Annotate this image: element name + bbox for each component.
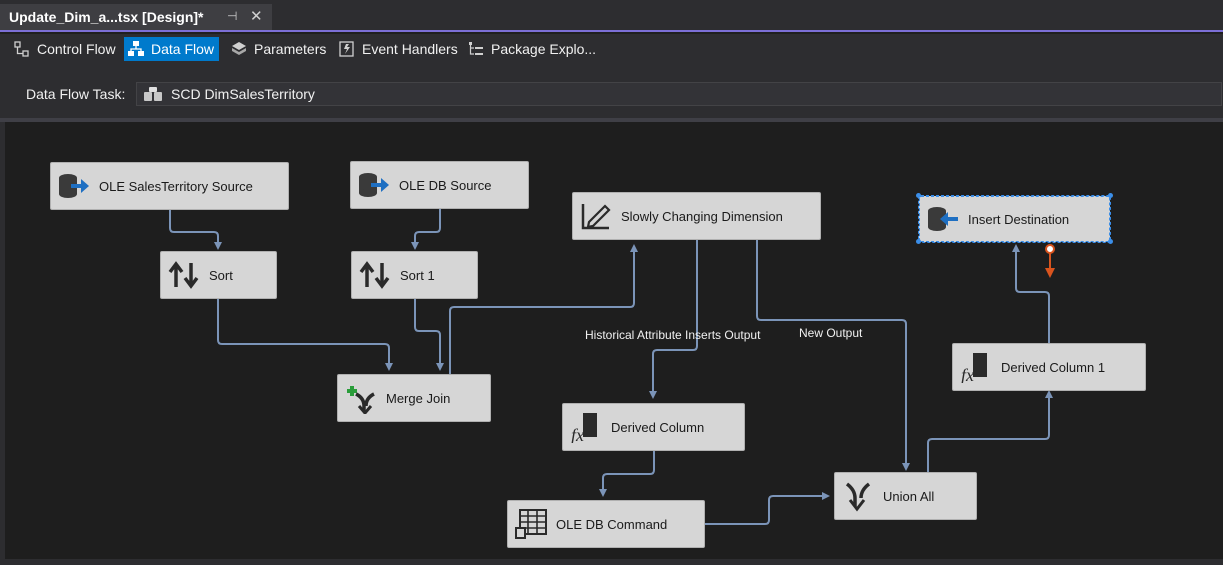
component-label: OLE DB Source bbox=[399, 177, 492, 193]
event-handlers-icon bbox=[338, 40, 356, 58]
tab-event-handlers[interactable]: Event Handlers bbox=[335, 37, 463, 61]
data-flow-task-select[interactable]: SCD DimSalesTerritory bbox=[136, 82, 1222, 106]
component-union-all[interactable]: Union All bbox=[834, 472, 977, 520]
canvas-bottom-border bbox=[0, 559, 1223, 565]
tab-label: Event Handlers bbox=[362, 41, 458, 57]
component-label: Union All bbox=[883, 488, 935, 504]
data-flow-task-value: SCD DimSalesTerritory bbox=[171, 86, 315, 102]
data-flow-icon bbox=[127, 40, 145, 58]
svg-text:fx: fx bbox=[571, 425, 584, 443]
package-explorer-icon bbox=[467, 40, 485, 58]
data-flow-task-bar: Data Flow Task: SCD DimSalesTerritory bbox=[0, 64, 1223, 118]
component-merge-join[interactable]: Merge Join bbox=[337, 374, 491, 422]
tab-label: Data Flow bbox=[151, 41, 215, 57]
path-oledbcommand-to-unionall[interactable] bbox=[705, 492, 830, 525]
path-sort1-to-mergejoin[interactable] bbox=[414, 299, 444, 371]
union-all-icon bbox=[841, 479, 875, 513]
path-label-historical: Historical Attribute Inserts Output bbox=[585, 328, 761, 342]
path-oledb-to-sort1[interactable] bbox=[411, 209, 441, 250]
component-label: Derived Column bbox=[611, 419, 705, 435]
component-ole-salesterritory-source[interactable]: OLE SalesTerritory Source bbox=[50, 162, 289, 210]
tab-parameters[interactable]: Parameters bbox=[227, 37, 331, 61]
component-label: Derived Column 1 bbox=[1001, 359, 1106, 375]
path-derived-to-oledbcommand[interactable] bbox=[599, 451, 655, 497]
tab-label: Package Explo... bbox=[491, 41, 597, 57]
designer-tab-bar: Control Flow Data Flow Parameters Event … bbox=[0, 34, 1223, 64]
ole-source-icon bbox=[357, 168, 391, 202]
path-scd-historical[interactable] bbox=[649, 240, 698, 399]
component-sort-1[interactable]: Sort 1 bbox=[351, 251, 478, 299]
component-slowly-changing-dimension[interactable]: Slowly Changing Dimension bbox=[572, 192, 821, 240]
selection-handle[interactable] bbox=[916, 239, 921, 244]
component-derived-column-1[interactable]: fx Derived Column 1 bbox=[952, 343, 1146, 391]
path-derived1-to-destination[interactable] bbox=[1012, 244, 1050, 343]
selection-handle[interactable] bbox=[1108, 193, 1113, 198]
parameters-icon bbox=[230, 40, 248, 58]
pin-icon[interactable]: ⊣ bbox=[227, 9, 237, 23]
path-scd-newoutput[interactable] bbox=[756, 240, 910, 471]
component-label: Sort 1 bbox=[400, 267, 435, 283]
selection-handle[interactable] bbox=[916, 193, 921, 198]
component-ole-db-source[interactable]: OLE DB Source bbox=[350, 161, 529, 209]
merge-join-icon bbox=[344, 381, 378, 415]
derived-column-icon: fx bbox=[959, 350, 993, 384]
component-label: OLE DB Command bbox=[556, 516, 668, 532]
component-label: Sort bbox=[209, 267, 233, 283]
control-flow-icon bbox=[13, 40, 31, 58]
ole-source-icon bbox=[57, 169, 91, 203]
tab-package-explorer[interactable]: Package Explo... bbox=[464, 37, 601, 61]
component-sort[interactable]: Sort bbox=[160, 251, 277, 299]
tab-label: Control Flow bbox=[37, 41, 116, 57]
path-label-new-output: New Output bbox=[799, 326, 863, 340]
path-unionall-to-derived1[interactable] bbox=[927, 390, 1053, 472]
data-flow-task-icon bbox=[143, 86, 163, 102]
tab-label: Parameters bbox=[254, 41, 327, 57]
sort-icon bbox=[358, 258, 392, 292]
sort-icon bbox=[167, 258, 201, 292]
document-tab[interactable]: Update_Dim_a...tsx [Design]* ⊣ ✕ bbox=[0, 4, 272, 30]
component-insert-destination[interactable]: Insert Destination bbox=[918, 195, 1111, 243]
data-flow-task-label: Data Flow Task: bbox=[26, 86, 126, 102]
component-label: Slowly Changing Dimension bbox=[621, 208, 783, 224]
error-output-path[interactable] bbox=[1045, 244, 1055, 278]
component-derived-column[interactable]: fx Derived Column bbox=[562, 403, 745, 451]
svg-text:fx: fx bbox=[961, 365, 974, 383]
data-flow-canvas[interactable]: Historical Attribute Inserts Output New … bbox=[5, 122, 1223, 559]
component-label: Merge Join bbox=[386, 390, 451, 406]
component-label: Insert Destination bbox=[968, 211, 1070, 227]
path-sort-to-mergejoin[interactable] bbox=[217, 299, 393, 371]
derived-column-icon: fx bbox=[569, 410, 603, 444]
tab-data-flow[interactable]: Data Flow bbox=[124, 37, 220, 61]
component-ole-db-command[interactable]: OLE DB Command bbox=[507, 500, 705, 548]
tab-control-flow[interactable]: Control Flow bbox=[10, 37, 121, 61]
selection-handle[interactable] bbox=[1108, 239, 1113, 244]
path-source-to-sort[interactable] bbox=[169, 210, 222, 250]
scd-icon bbox=[579, 199, 613, 233]
ole-db-command-icon bbox=[514, 507, 548, 541]
close-icon[interactable]: ✕ bbox=[250, 7, 263, 25]
ole-destination-icon bbox=[926, 202, 960, 236]
document-tab-title: Update_Dim_a...tsx [Design]* bbox=[9, 9, 204, 25]
component-label: OLE SalesTerritory Source bbox=[99, 178, 253, 194]
document-tab-strip: Update_Dim_a...tsx [Design]* ⊣ ✕ bbox=[0, 0, 1223, 32]
